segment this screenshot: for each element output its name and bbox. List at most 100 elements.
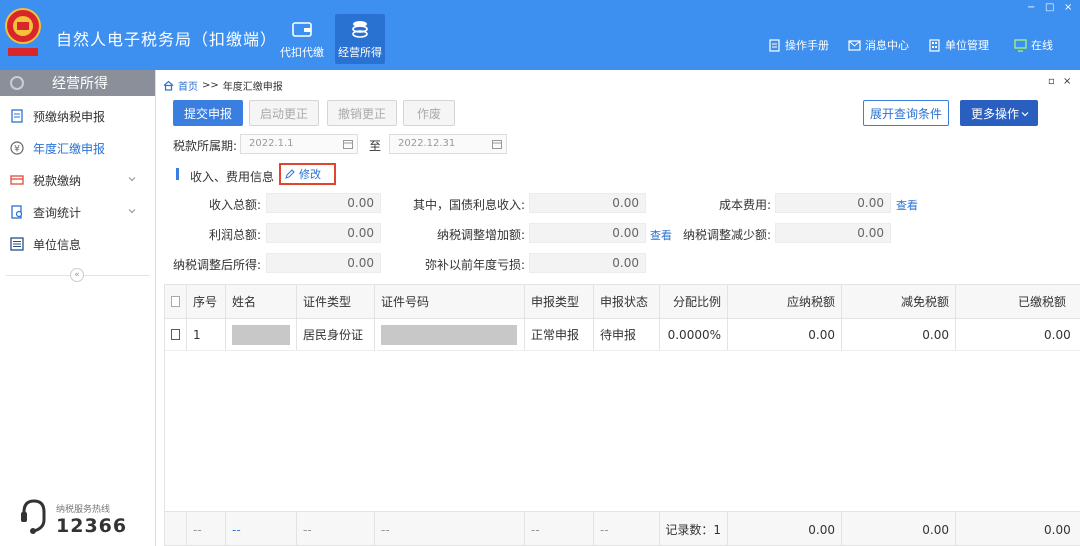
sidebar-item-unit-info[interactable]: 单位信息: [0, 228, 155, 260]
column-header[interactable]: 序号: [187, 285, 226, 318]
unit-management-link[interactable]: 单位管理: [928, 37, 989, 53]
home-icon: [163, 80, 174, 91]
prior-loss-label: 弥补以前年度亏损:: [424, 258, 525, 272]
breadcrumb-home[interactable]: 首页: [178, 78, 198, 93]
tab-label: 代扣代缴: [280, 46, 324, 59]
message-center-label: 消息中心: [865, 39, 909, 52]
maximize-button[interactable]: □: [1045, 2, 1054, 13]
tax-payable-cell: 0.00: [728, 319, 842, 350]
select-all-checkbox[interactable]: [171, 296, 180, 307]
sidebar-item-annual[interactable]: ¥ 年度汇缴申报: [0, 132, 155, 164]
chevron-down-icon: [1021, 112, 1029, 117]
footer-cell: --: [226, 512, 297, 545]
calendar-icon: [492, 140, 502, 149]
sidebar-item-label: 税款缴纳: [33, 173, 82, 188]
cost-view-link[interactable]: 查看: [896, 197, 918, 213]
headset-icon: [21, 499, 46, 534]
close-button[interactable]: ×: [1064, 2, 1072, 13]
row-select-cell[interactable]: [165, 319, 187, 350]
monitor-icon: [1014, 38, 1027, 52]
period-end-input[interactable]: 2022.12.31: [389, 134, 507, 154]
column-header[interactable]: 申报状态: [594, 285, 660, 318]
expand-query-button[interactable]: 展开查询条件: [863, 100, 949, 126]
footer-cell: --: [375, 512, 525, 545]
mail-icon: [848, 39, 861, 51]
app-title: 自然人电子税务局（扣缴端）: [56, 30, 278, 49]
id-number-cell: [375, 319, 525, 350]
seq-cell: 1: [187, 319, 226, 350]
table-footer: -- -- -- -- -- -- 记录数：1 0.00 0.00 0.00: [165, 511, 1080, 545]
footer-cell: --: [594, 512, 660, 545]
edit-button[interactable]: 修改: [279, 163, 336, 185]
unit-management-label: 单位管理: [945, 39, 989, 52]
bond-interest-field: 0.00: [529, 193, 646, 213]
sidebar-item-payment[interactable]: 税款缴纳: [0, 164, 155, 196]
column-header[interactable]: 分配比例: [660, 285, 728, 318]
sidebar-title: 经营所得: [52, 76, 108, 92]
coins-icon: [352, 21, 368, 38]
breadcrumb-separator: >>: [202, 80, 219, 91]
start-correction-button[interactable]: 启动更正: [249, 100, 319, 126]
minimize-button[interactable]: −: [1027, 2, 1035, 13]
record-count: 记录数：1: [660, 512, 728, 545]
sidebar-item-query[interactable]: 查询统计: [0, 196, 155, 228]
column-header[interactable]: 证件类型: [297, 285, 375, 318]
period-start-input[interactable]: 2022.1.1: [240, 134, 358, 154]
chevron-down-icon: [128, 177, 136, 182]
wallet-icon: [292, 22, 312, 37]
sidebar: 经营所得 预缴纳税申报 ¥ 年度汇缴申报 税款缴纳 查询统计 单位信息 « 纳税…: [0, 70, 156, 546]
tab-withholding[interactable]: 代扣代缴: [277, 14, 327, 64]
column-header[interactable]: 申报类型: [525, 285, 594, 318]
total-profit-label: 利润总额:: [208, 228, 261, 242]
tab-business-income[interactable]: 经营所得: [335, 14, 385, 64]
column-header[interactable]: 证件号码: [375, 285, 525, 318]
manual-link[interactable]: 操作手册: [768, 37, 829, 53]
select-all-cell[interactable]: [165, 285, 187, 318]
period-to-label: 至: [369, 139, 382, 153]
column-header[interactable]: 应纳税额: [728, 285, 842, 318]
message-center-link[interactable]: 消息中心: [848, 37, 909, 53]
column-header[interactable]: 姓名: [226, 285, 297, 318]
footer-cell: --: [525, 512, 594, 545]
cancel-correction-button[interactable]: 撤销更正: [327, 100, 397, 126]
footer-tax-relief: 0.00: [842, 512, 956, 545]
sidebar-collapse-button[interactable]: «: [70, 268, 84, 282]
yen-icon: ¥: [10, 141, 24, 155]
adj-increase-field: 0.00: [529, 223, 646, 243]
hotline-caption: 纳税服务热线: [56, 505, 111, 515]
online-status[interactable]: 在线: [1014, 37, 1053, 53]
more-operations-button[interactable]: 更多操作: [960, 100, 1038, 126]
prior-loss-field: 0.00: [529, 253, 646, 273]
total-profit-field: 0.00: [266, 223, 381, 243]
tax-emblem-logo: [5, 8, 41, 56]
tab-label: 经营所得: [338, 46, 382, 59]
sidebar-item-prepay[interactable]: 预缴纳税申报: [0, 100, 155, 132]
footer-cell: --: [187, 512, 226, 545]
sidebar-item-label: 单位信息: [33, 237, 82, 252]
breadcrumb: 首页 >> 年度汇缴申报: [163, 78, 283, 93]
adj-increase-label: 纳税调整增加额:: [436, 228, 525, 242]
tax-relief-cell: 0.00: [842, 319, 956, 350]
chevron-down-icon: [128, 209, 136, 214]
svg-text:¥: ¥: [14, 145, 20, 155]
cost-label: 成本费用:: [718, 198, 771, 212]
manual-icon: [769, 38, 780, 52]
adj-decrease-label: 纳税调整减少额:: [682, 228, 771, 242]
footer-cell: --: [297, 512, 375, 545]
id-type-cell: 居民身份证: [297, 319, 375, 350]
panel-close-button[interactable]: ×: [1063, 76, 1071, 87]
column-header[interactable]: 减免税额: [842, 285, 956, 318]
footer-tax-payable: 0.00: [728, 512, 842, 545]
cost-field: 0.00: [775, 193, 891, 213]
row-checkbox[interactable]: [171, 329, 180, 340]
column-header[interactable]: 已缴税额: [956, 285, 1080, 318]
edit-label: 修改: [299, 168, 321, 181]
panel-restore-button[interactable]: ▫: [1048, 76, 1055, 87]
footer-cell: [165, 512, 187, 545]
declaration-table: 序号 姓名 证件类型 证件号码 申报类型 申报状态 分配比例 应纳税额 减免税额…: [164, 284, 1080, 546]
table-row[interactable]: 1 居民身份证 正常申报 待申报 0.0000% 0.00 0.00 0.00: [165, 319, 1080, 351]
submit-declaration-button[interactable]: 提交申报: [173, 100, 243, 126]
manual-label: 操作手册: [785, 39, 829, 52]
void-button[interactable]: 作废: [403, 100, 455, 126]
adj-increase-view-link[interactable]: 查看: [650, 227, 672, 243]
